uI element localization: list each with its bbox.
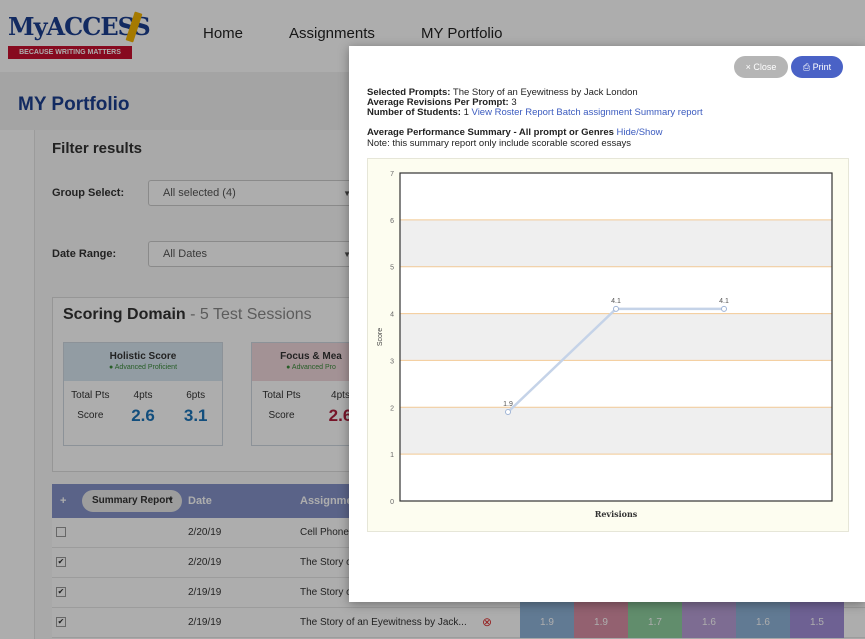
data-point <box>613 305 619 312</box>
y-tick-label: 1 <box>390 452 394 459</box>
num-students-value: 1 <box>463 107 469 118</box>
view-roster-report-link[interactable]: View Roster Report <box>472 107 554 118</box>
y-tick-label: 4 <box>390 312 394 319</box>
scorable-note: Note: this summary report only include s… <box>367 138 632 149</box>
data-point <box>721 305 727 312</box>
plot-band <box>400 219 832 267</box>
y-tick-label: 6 <box>390 218 394 225</box>
y-tick-label: 3 <box>390 358 394 365</box>
num-students-label: Number of Students: <box>367 107 461 118</box>
data-label: 4.1 <box>719 298 729 305</box>
x-axis-label: Revisions <box>595 509 638 519</box>
y-tick-label: 0 <box>390 499 394 506</box>
summary-report-modal: × Close ⎙ Print Selected Prompts: The St… <box>349 46 865 602</box>
y-tick-label: 7 <box>390 171 394 178</box>
performance-chart-area: 0 1 2 3 4 5 6 7 Score Revisions 1.9 4.1 4.1 <box>367 158 849 532</box>
batch-summary-report-link[interactable]: Batch assignment Summary report <box>556 107 702 118</box>
performance-summary-label: Average Performance Summary - All prompt… <box>367 127 614 138</box>
performance-line-chart: 0 1 2 3 4 5 6 7 Score Revisions 1.9 4.1 4.1 <box>377 171 833 519</box>
hide-show-link[interactable]: Hide/Show <box>617 127 663 138</box>
performance-summary-line: Average Performance Summary - All prompt… <box>367 127 663 138</box>
plot-band <box>400 313 832 361</box>
y-tick-label: 5 <box>390 265 394 272</box>
close-button[interactable]: × Close <box>734 56 788 78</box>
print-label: Print <box>812 62 832 72</box>
num-students-line: Number of Students: 1 View Roster Report… <box>367 107 703 118</box>
printer-icon: ⎙ <box>802 62 811 72</box>
plot-band <box>400 407 832 455</box>
data-label: 4.1 <box>611 298 621 305</box>
data-label: 1.9 <box>503 401 513 408</box>
y-tick-label: 2 <box>390 405 394 412</box>
data-point <box>505 408 511 415</box>
print-button[interactable]: ⎙ Print <box>791 56 843 78</box>
y-axis-label: Score <box>377 328 384 346</box>
